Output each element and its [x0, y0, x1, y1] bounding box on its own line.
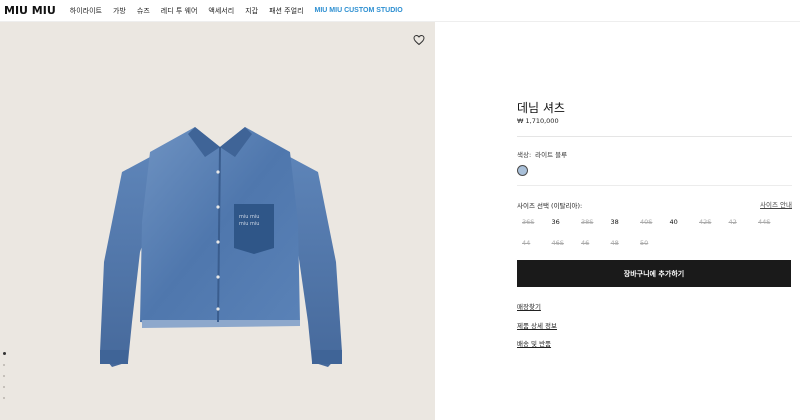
shipping-returns-link[interactable]: 배송 및 반품 [517, 338, 551, 348]
divider [517, 136, 792, 137]
size-option[interactable]: 46S [547, 239, 577, 247]
product-price: ₩ 1,710,000 [517, 117, 559, 125]
size-option[interactable]: 36S [517, 218, 547, 226]
store-locator-link[interactable]: 매장찾기 [517, 301, 541, 311]
gallery-pagination [3, 352, 6, 399]
size-option[interactable]: 50 [635, 239, 665, 247]
size-option[interactable]: 38 [606, 218, 636, 226]
top-nav: MIU MIU 하이라이트 가방 슈즈 레디 투 웨어 액세서리 지갑 패션 주… [0, 0, 800, 22]
nav-item-wallets[interactable]: 지갑 [245, 6, 258, 16]
size-option[interactable]: 46 [576, 239, 606, 247]
size-option[interactable]: 36 [547, 218, 577, 226]
nav-item-bags[interactable]: 가방 [113, 6, 126, 16]
size-option[interactable]: 40 [665, 218, 695, 226]
size-option[interactable]: 44 [517, 239, 547, 247]
size-option[interactable]: 38S [576, 218, 606, 226]
size-option[interactable]: 42S [694, 218, 724, 226]
size-option[interactable]: 40S [635, 218, 665, 226]
nav-item-fashion-jewelry[interactable]: 패션 주얼리 [269, 6, 303, 16]
divider [517, 185, 792, 186]
heart-icon[interactable] [413, 34, 425, 46]
denim-shirt-image: miu miu miu miu [100, 127, 342, 367]
size-option[interactable]: 48 [606, 239, 636, 247]
color-swatch-light-blue[interactable] [517, 165, 528, 176]
svg-text:miu miu: miu miu [239, 221, 259, 227]
nav-item-accessories[interactable]: 액세서리 [208, 6, 234, 16]
gallery-dot-1[interactable] [3, 352, 6, 355]
size-option[interactable]: 42 [724, 218, 754, 226]
size-options: 36S 36 38S 38 40S 40 42S 42 44S 44 46S 46 48 50 [517, 218, 797, 247]
product-details-link[interactable]: 제품 상세 정보 [517, 320, 557, 330]
color-label: 색상: [517, 151, 532, 159]
nav-menu: 하이라이트 가방 슈즈 레디 투 웨어 액세서리 지갑 패션 주얼리 MIU M… [70, 6, 403, 16]
size-label: 사이즈 선택 (이탈리아): [517, 202, 583, 210]
gallery-dot-3[interactable] [3, 375, 5, 377]
size-option[interactable]: 44S [753, 218, 783, 226]
gallery-dot-4[interactable] [3, 386, 5, 388]
size-guide-link[interactable]: 사이즈 안내 [760, 199, 792, 209]
product-image-panel: miu miu miu miu [0, 22, 435, 420]
add-to-cart-button[interactable]: 장바구니에 추가하기 [517, 260, 791, 287]
nav-item-ready-to-wear[interactable]: 레디 투 웨어 [161, 6, 198, 16]
color-value: 라이트 블루 [535, 151, 568, 159]
svg-text:miu miu: miu miu [239, 214, 259, 220]
color-row: 색상: 라이트 블루 [517, 149, 567, 159]
gallery-dot-2[interactable] [3, 364, 5, 366]
nav-item-shoes[interactable]: 슈즈 [137, 6, 150, 16]
product-title: 데님 셔츠 [517, 101, 565, 115]
nav-item-highlights[interactable]: 하이라이트 [70, 6, 102, 16]
nav-item-custom-studio[interactable]: MIU MIU CUSTOM STUDIO [315, 7, 403, 14]
gallery-dot-5[interactable] [3, 397, 5, 399]
brand-logo[interactable]: MIU MIU [4, 4, 56, 17]
